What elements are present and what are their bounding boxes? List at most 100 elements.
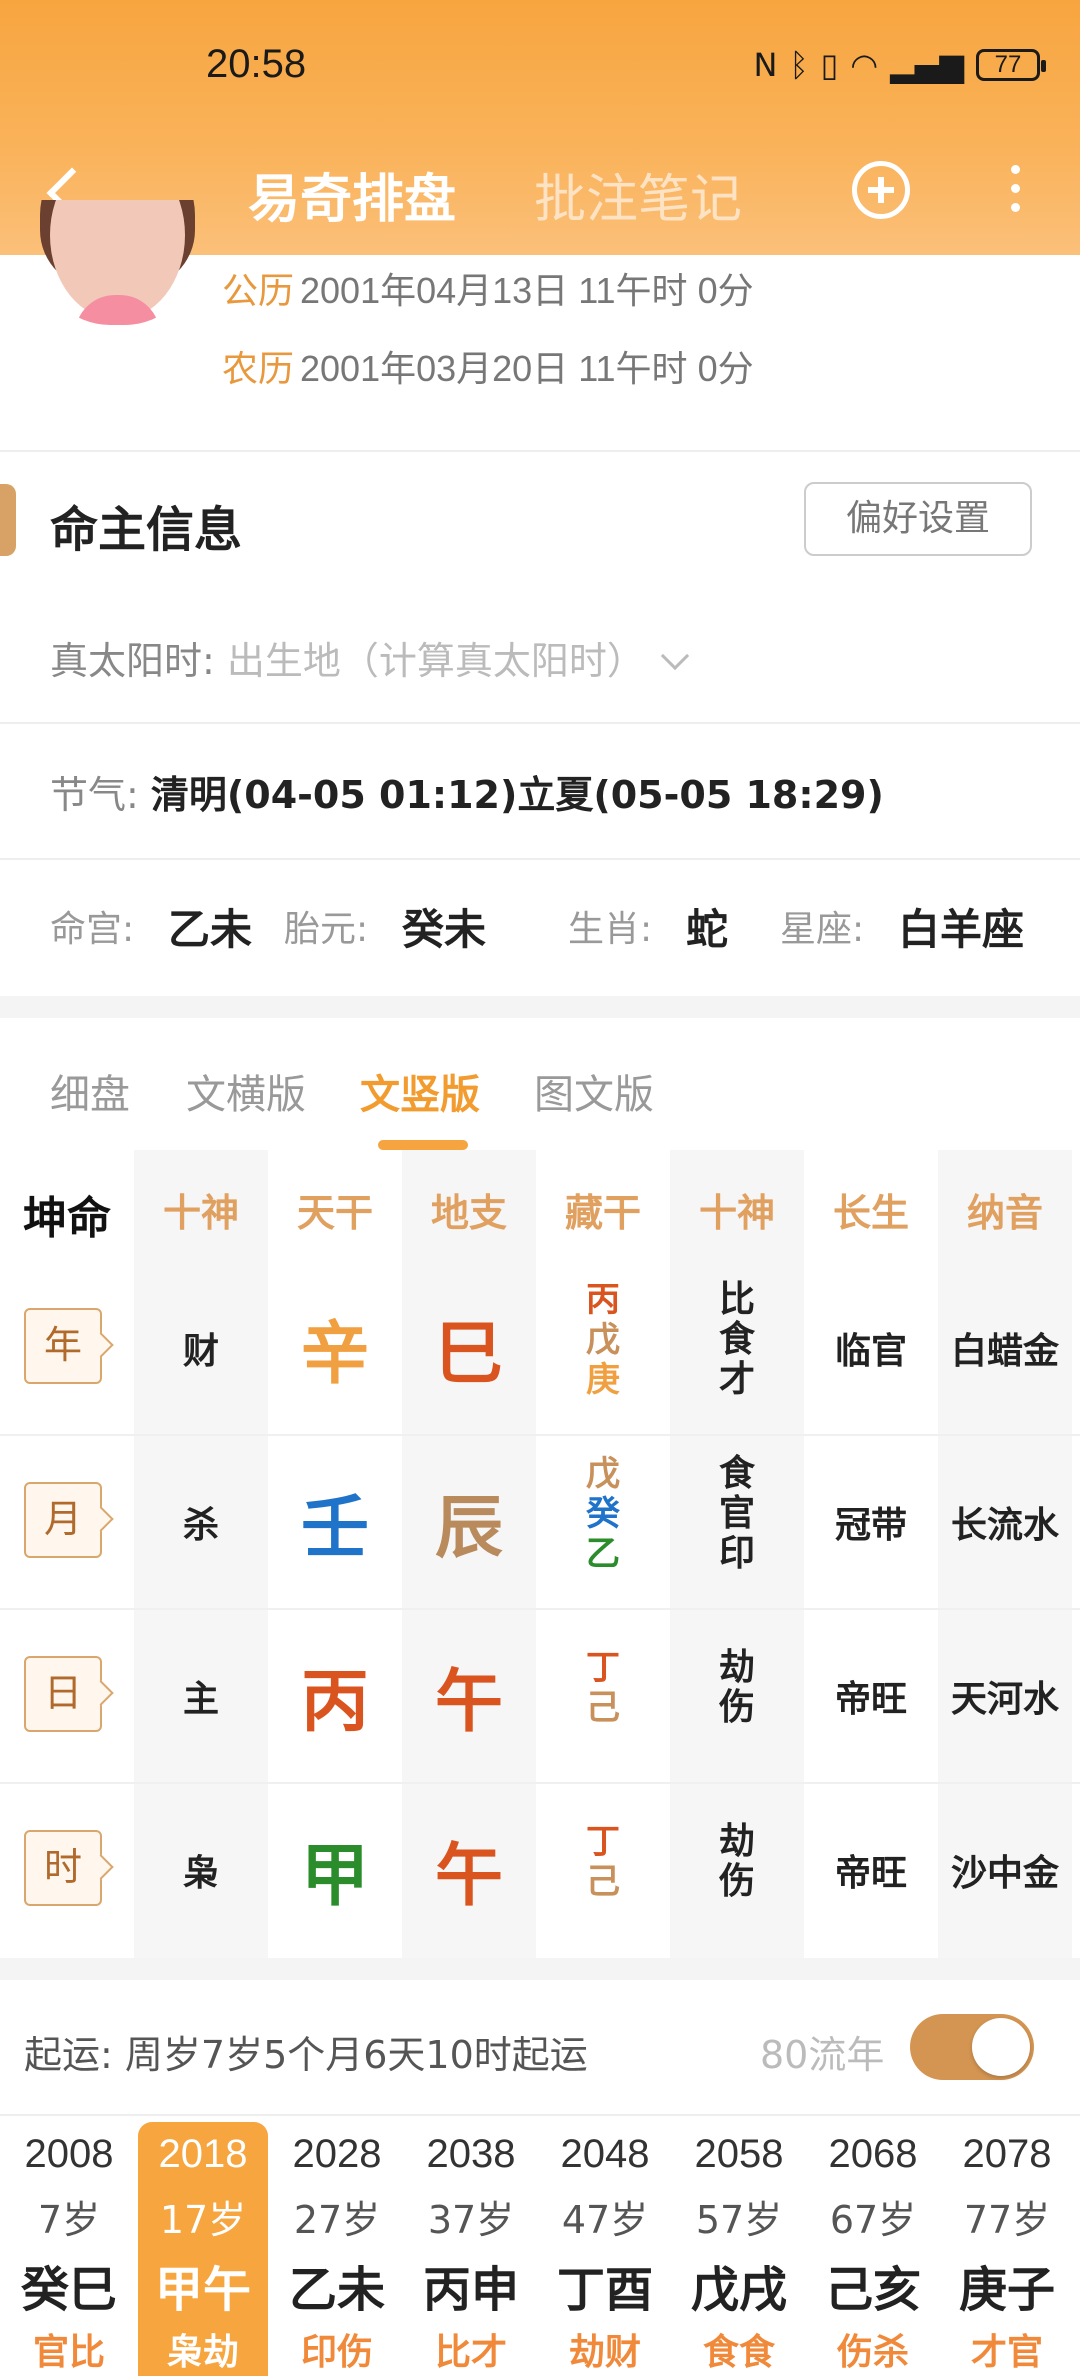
solar-label: 公历 bbox=[222, 270, 295, 311]
dayun-ganzhi: 丙申 bbox=[422, 2262, 519, 2318]
dayun-item[interactable]: 2008 7岁 癸巳 官比 bbox=[4, 2122, 134, 2376]
canggan-shishen-cell: 食官印 bbox=[670, 1454, 804, 1574]
start-luck-row: 起运: 周岁7岁5个月6天10时起运 bbox=[24, 2024, 588, 2079]
tab-detail[interactable]: 细盘 bbox=[50, 1062, 130, 1120]
dayun-ganzhi: 庚子 bbox=[958, 2262, 1055, 2318]
birthplace-select[interactable]: 出生地（计算真太阳时） bbox=[227, 639, 645, 683]
shishen-cell: 财 bbox=[182, 1331, 219, 1372]
lunar-label: 农历 bbox=[222, 348, 295, 389]
row-divider bbox=[0, 1434, 1080, 1436]
dayun-age: 37岁 bbox=[427, 2198, 515, 2242]
canggan-cell: 戊癸乙 bbox=[536, 1454, 670, 1574]
dayun-age: 47岁 bbox=[561, 2198, 649, 2242]
taiyuan-value: 癸未 bbox=[402, 905, 487, 954]
canggan-cell: 丁己 bbox=[536, 1648, 670, 1728]
dayun-item[interactable]: 2018 17岁 甲午 枭劫 bbox=[138, 2122, 268, 2376]
minggong-value: 乙未 bbox=[168, 905, 253, 954]
canggan-shishen-char: 伤 bbox=[718, 1687, 755, 1728]
dizhi-cell: 午 bbox=[434, 1663, 503, 1742]
dayun-item[interactable]: 2038 37岁丙申比才 bbox=[406, 2122, 536, 2376]
dayun-age: 67岁 bbox=[829, 2198, 917, 2242]
active-tab-indicator bbox=[378, 1140, 468, 1150]
dayun-ganzhi: 己亥 bbox=[824, 2262, 921, 2318]
xingzuo-label: 星座: bbox=[780, 909, 865, 950]
preference-settings-button[interactable]: 偏好设置 bbox=[804, 482, 1032, 556]
canggan-shishen-cell: 比食才 bbox=[670, 1280, 804, 1400]
status-time: 20:58 bbox=[206, 42, 307, 86]
dayun-year: 2018 bbox=[158, 2132, 248, 2176]
dayun-item[interactable]: 2078 77岁 庚子 才官 bbox=[942, 2122, 1072, 2376]
tab-text-horizontal[interactable]: 文横版 bbox=[186, 1062, 306, 1120]
flow-year-toggle[interactable] bbox=[910, 2014, 1034, 2080]
section-marker bbox=[0, 484, 16, 556]
dizhi-cell: 午 bbox=[434, 1837, 503, 1916]
tab-yiqi-paipan[interactable]: 易奇排盘 bbox=[248, 157, 456, 232]
canggan-shishen-cell: 劫伤 bbox=[670, 1648, 804, 1728]
tiangan-cell: 甲 bbox=[300, 1837, 369, 1916]
dayun-shishen: 枭劫 bbox=[166, 2332, 239, 2373]
canggan-cell: 丁己 bbox=[536, 1822, 670, 1902]
table-header: 长生 bbox=[832, 1191, 909, 1235]
canggan-shishen-char: 伤 bbox=[718, 1861, 755, 1902]
dayun-shishen: 印伤 bbox=[300, 2332, 373, 2373]
canggan-shishen-char: 食 bbox=[718, 1453, 755, 1494]
canggan-char: 戊 bbox=[586, 1454, 620, 1494]
dayun-year: 2048 bbox=[560, 2132, 650, 2176]
start-luck-label: 起运: bbox=[24, 2033, 113, 2077]
tiangan-cell: 壬 bbox=[300, 1489, 369, 1568]
canggan-char: 戊 bbox=[586, 1320, 620, 1360]
shengxiao-value: 蛇 bbox=[686, 905, 729, 954]
minggong-label: 命宫: bbox=[50, 909, 135, 950]
dayun-item[interactable]: 2028 27岁 乙未 印伤 bbox=[272, 2122, 402, 2376]
true-solar-time-row[interactable]: 真太阳时: 出生地（计算真太阳时） bbox=[50, 630, 690, 685]
table-header: 十神 bbox=[162, 1191, 239, 1235]
pillar-label: 时 bbox=[24, 1830, 102, 1906]
table-header: 纳音 bbox=[966, 1191, 1043, 1235]
jieqi-value: 清明(04-05 01:12)立夏(05-05 18:29) bbox=[150, 773, 884, 817]
tab-annotation-notes[interactable]: 批注笔记 bbox=[534, 157, 742, 232]
nayin-cell: 长流水 bbox=[950, 1505, 1059, 1546]
dayun-shishen: 食食 bbox=[702, 2332, 775, 2373]
shishen-cell: 枭 bbox=[182, 1853, 219, 1894]
canggan-char: 己 bbox=[586, 1688, 620, 1728]
dizhi-cell: 巳 bbox=[434, 1315, 503, 1394]
dayun-shishen: 比才 bbox=[434, 2332, 507, 2373]
row-divider bbox=[0, 1608, 1080, 1610]
canggan-shishen-char: 才 bbox=[718, 1359, 755, 1400]
shengxiao-label: 生肖: bbox=[568, 909, 653, 950]
add-circle-icon[interactable] bbox=[852, 161, 910, 219]
dayun-ganzhi: 丁酉 bbox=[556, 2262, 653, 2318]
dayun-item[interactable]: 2058 57岁 戊戌 食食 bbox=[674, 2122, 804, 2376]
dayun-ganzhi: 癸巳 bbox=[20, 2262, 117, 2318]
dayun-shishen: 伤杀 bbox=[836, 2332, 909, 2373]
lunar-date-line: 农历 2001年03月20日 11午时 0分 bbox=[222, 340, 754, 392]
pillar-label: 月 bbox=[24, 1482, 102, 1558]
dayun-year: 2008 bbox=[24, 2132, 114, 2176]
status-icons: N ᛒ ▯ ◠ ▂▄▆ 77 bbox=[754, 46, 1046, 84]
changsheng-cell: 冠带 bbox=[834, 1505, 907, 1546]
taiyuan-label: 胎元: bbox=[284, 909, 369, 950]
canggan-cell: 丙戊庚 bbox=[536, 1280, 670, 1400]
signal-5g-icon: ▂▄▆ bbox=[890, 46, 964, 84]
tab-graphic[interactable]: 图文版 bbox=[534, 1062, 654, 1120]
start-luck-text: 周岁7岁5个月6天10时起运 bbox=[124, 2033, 588, 2077]
dayun-year: 2028 bbox=[292, 2132, 382, 2176]
true-solar-label: 真太阳时: bbox=[50, 639, 215, 683]
divider bbox=[0, 858, 1080, 860]
more-vertical-icon[interactable] bbox=[1005, 165, 1025, 221]
changsheng-cell: 临官 bbox=[834, 1331, 907, 1372]
dayun-item[interactable]: 2068 67岁己亥伤杀 bbox=[808, 2122, 938, 2376]
battery-icon: 77 bbox=[976, 49, 1046, 81]
dayun-year: 2068 bbox=[828, 2132, 918, 2176]
canggan-shishen-char: 劫 bbox=[718, 1821, 755, 1862]
tab-text-vertical[interactable]: 文竖版 bbox=[360, 1062, 480, 1120]
jieqi-row: 节气: 清明(04-05 01:12)立夏(05-05 18:29) bbox=[50, 764, 884, 819]
dizhi-cell: 辰 bbox=[434, 1489, 503, 1568]
dayun-ganzhi: 乙未 bbox=[288, 2262, 385, 2318]
dayun-item[interactable]: 2048 47岁 丁酉 劫财 bbox=[540, 2122, 670, 2376]
table-header: 天干 bbox=[296, 1191, 373, 1235]
divider bbox=[0, 450, 1080, 452]
dayun-year: 2038 bbox=[426, 2132, 516, 2176]
canggan-char: 丁 bbox=[586, 1648, 620, 1688]
dayun-age: 57岁 bbox=[695, 2198, 783, 2242]
